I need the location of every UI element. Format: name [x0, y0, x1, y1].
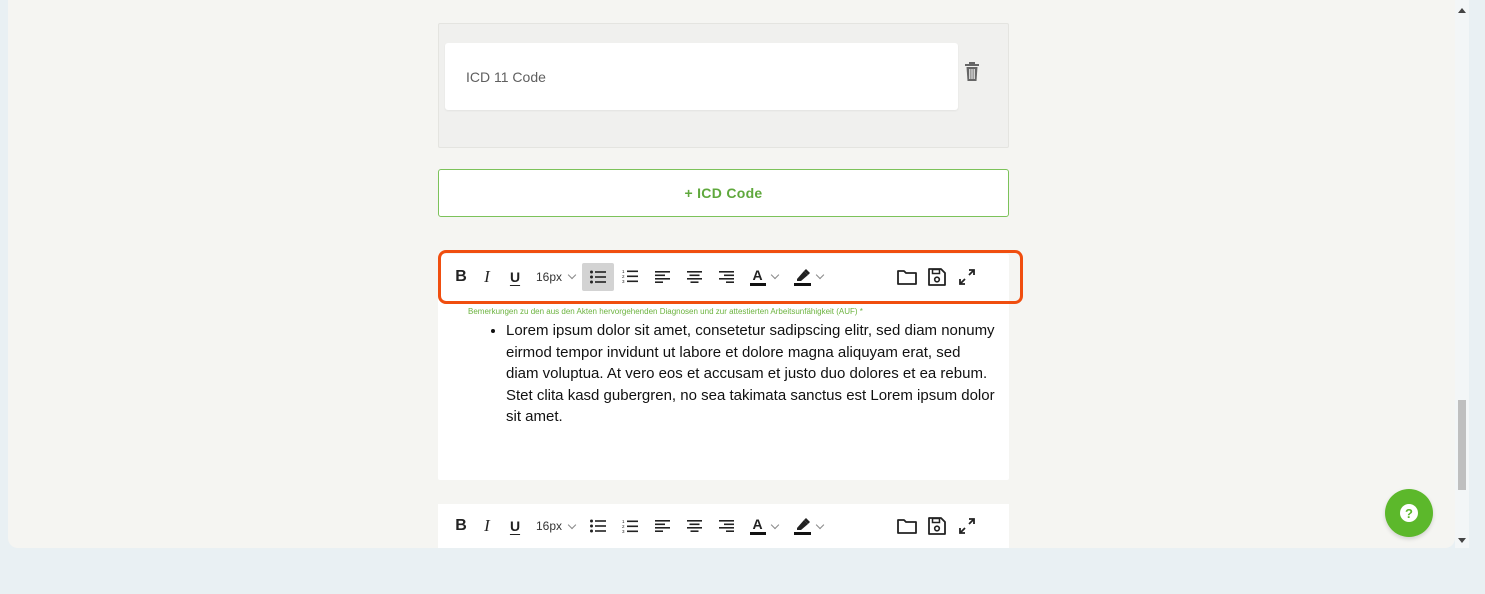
scroll-up-icon[interactable] [1458, 8, 1466, 13]
second-editor: B I U 16px 123 A [438, 504, 1009, 548]
trash-icon[interactable] [964, 62, 982, 82]
save-icon[interactable] [922, 512, 952, 540]
align-right-icon[interactable] [710, 512, 742, 540]
editor-toolbar: B I U 16px 123 A [438, 504, 1009, 548]
chevron-down-icon [770, 520, 780, 529]
highlight-color-select[interactable] [786, 263, 830, 291]
align-center-icon[interactable] [678, 263, 710, 291]
numbered-list-icon[interactable]: 123 [614, 263, 646, 291]
text-color-icon: A [750, 268, 766, 286]
font-size-value: 16px [536, 269, 563, 284]
chevron-down-icon [815, 270, 824, 280]
help-icon: ? [1400, 504, 1418, 522]
font-size-select[interactable]: 16px [528, 263, 582, 291]
align-center-icon[interactable] [678, 512, 710, 540]
italic-button[interactable]: I [472, 263, 502, 291]
align-right-icon[interactable] [710, 263, 742, 291]
svg-text:A: A [753, 517, 763, 532]
text-color-icon: A [750, 517, 766, 535]
icd-code-panel [438, 23, 1009, 148]
align-left-icon[interactable] [646, 512, 678, 540]
bold-button[interactable]: B [450, 263, 472, 291]
fullscreen-icon[interactable] [952, 512, 982, 540]
numbered-list-icon[interactable]: 123 [614, 512, 646, 540]
icd-code-input[interactable] [445, 43, 958, 110]
fullscreen-icon[interactable] [952, 263, 982, 291]
scroll-down-icon[interactable] [1458, 538, 1466, 543]
folder-icon[interactable] [892, 263, 922, 291]
scroll-thumb[interactable] [1458, 400, 1466, 490]
text-color-select[interactable]: A [742, 512, 786, 540]
svg-text:3: 3 [622, 279, 625, 284]
highlight-color-icon [793, 518, 811, 535]
editor-toolbar: B I U 16px 123 A [438, 254, 1009, 299]
svg-text:3: 3 [622, 529, 625, 534]
chevron-down-icon [770, 270, 780, 280]
italic-button[interactable]: I [472, 512, 502, 540]
vertical-scrollbar[interactable] [1455, 0, 1469, 548]
text-color-select[interactable]: A [742, 263, 786, 291]
underline-button[interactable]: U [502, 512, 528, 540]
save-icon[interactable] [922, 263, 952, 291]
remarks-field-label: Bemerkungen zu den aus den Akten hervorg… [468, 307, 863, 316]
bold-button[interactable]: B [450, 512, 472, 540]
font-size-select[interactable]: 16px [528, 512, 582, 540]
add-icd-code-button[interactable]: + ICD Code [438, 169, 1009, 217]
chevron-down-icon [567, 520, 577, 529]
bullet-list-icon[interactable] [582, 512, 614, 540]
page-viewport: + ICD Code B I U 16px 123 [8, 0, 1455, 548]
highlight-color-select[interactable] [786, 512, 830, 540]
editor-content[interactable]: Lorem ipsum dolor sit amet, consetetur s… [476, 320, 996, 428]
underline-button[interactable]: U [502, 263, 528, 291]
chevron-down-icon [815, 520, 824, 529]
font-size-value: 16px [536, 519, 563, 533]
chevron-down-icon [567, 270, 577, 280]
bullet-list-icon[interactable] [582, 262, 614, 291]
svg-text:A: A [753, 268, 763, 283]
list-item: Lorem ipsum dolor sit amet, consetetur s… [506, 320, 996, 428]
highlight-color-icon [793, 268, 811, 286]
help-button[interactable]: ? [1385, 489, 1433, 537]
folder-icon[interactable] [892, 512, 922, 540]
remarks-editor: B I U 16px 123 A Bemerkungen zu den aus … [438, 254, 1009, 480]
align-left-icon[interactable] [646, 263, 678, 291]
